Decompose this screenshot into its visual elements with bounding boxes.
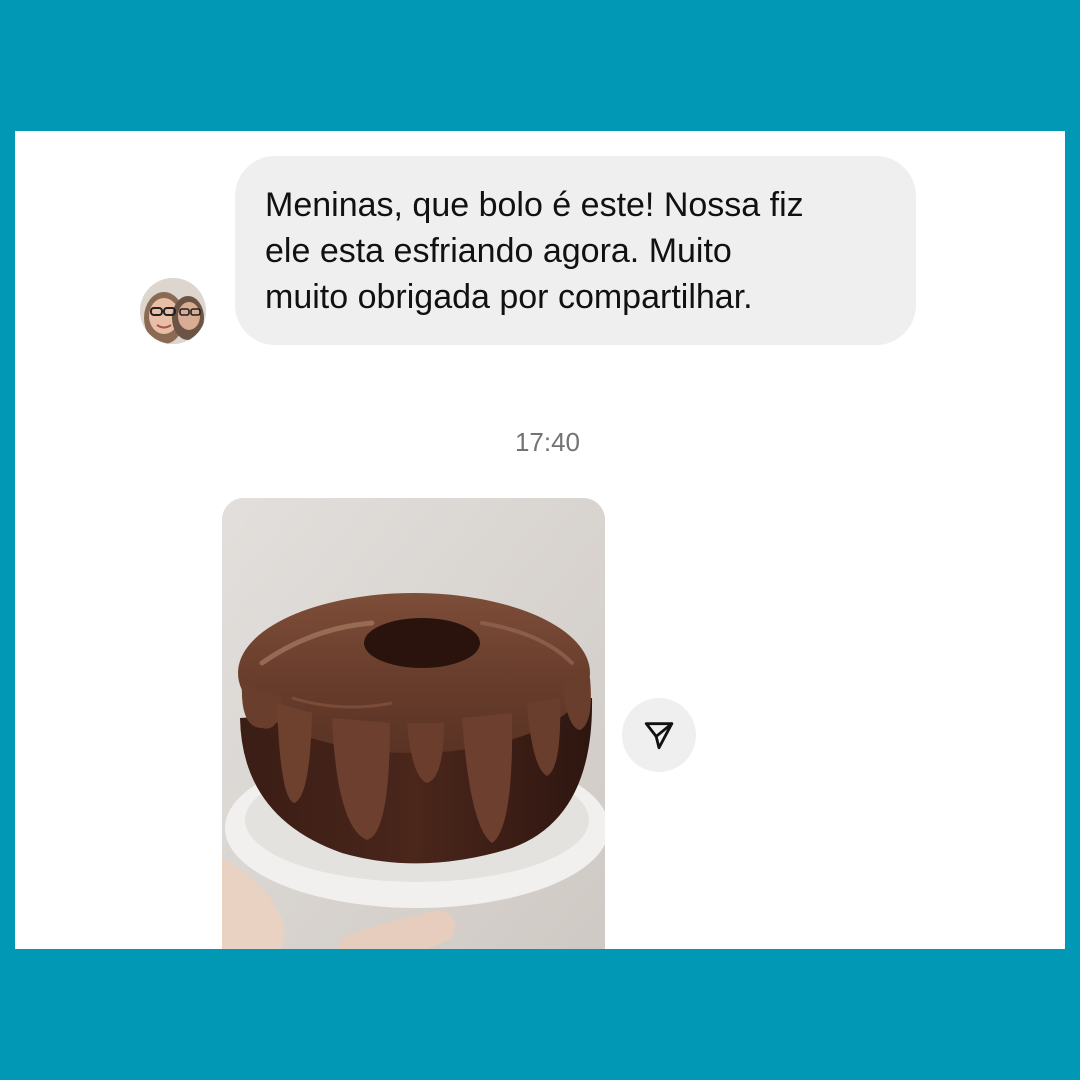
send-icon (644, 722, 674, 750)
message-timestamp: 17:40 (514, 427, 581, 457)
cake-photo (222, 498, 605, 949)
message-line: ele esta esfriando agora. Muito (265, 232, 732, 270)
incoming-message-row: Meninas, que bolo é este! Nossa fiz ele … (15, 131, 1065, 391)
chat-thread: Meninas, que bolo é este! Nossa fiz ele … (15, 131, 1065, 949)
avatar-photo (140, 278, 206, 344)
sender-avatar[interactable] (140, 278, 206, 344)
share-button[interactable] (622, 698, 696, 772)
message-bubble[interactable]: Meninas, que bolo é este! Nossa fiz ele … (235, 156, 916, 345)
photo-message[interactable] (222, 498, 605, 949)
message-line: Meninas, que bolo é este! Nossa fiz (265, 186, 804, 224)
message-line: muito obrigada por compartilhar. (265, 278, 753, 316)
